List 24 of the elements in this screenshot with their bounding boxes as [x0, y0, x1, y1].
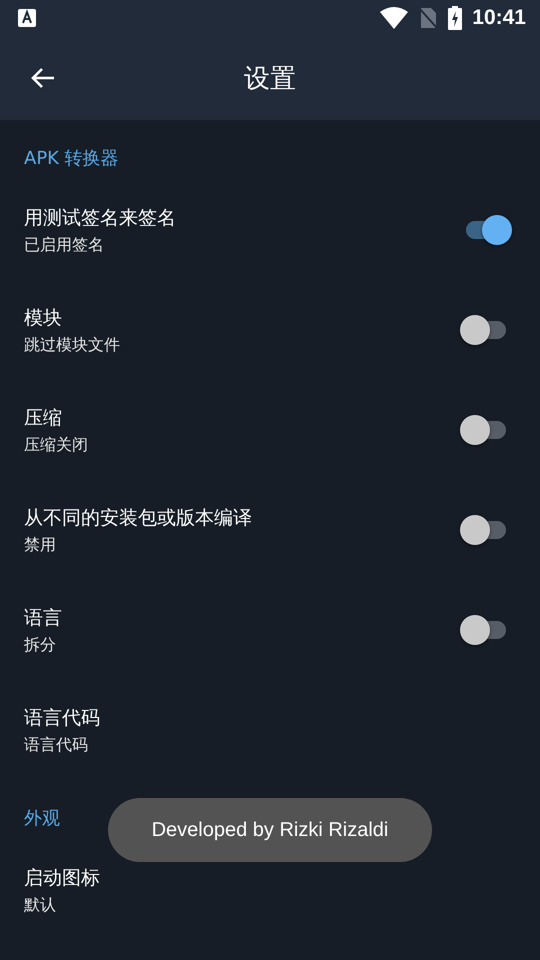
wifi-icon — [380, 7, 408, 29]
back-arrow-icon — [30, 66, 56, 90]
toast-message: Developed by Rizki Rizaldi — [108, 798, 432, 862]
setting-title: 从不同的安装包或版本编译 — [24, 506, 253, 530]
setting-title: 启动图标 — [24, 866, 101, 890]
setting-summary: 语言代码 — [24, 734, 89, 756]
setting-title: 语言 — [24, 606, 63, 630]
app-notification-icon — [18, 9, 36, 27]
battery-charging-icon — [448, 6, 462, 30]
section-header: APK 转换器 — [24, 147, 119, 170]
setting-summary: 已启用签名 — [24, 234, 105, 256]
clock-time: 10:41 — [472, 6, 526, 30]
setting-summary: 拆分 — [24, 634, 57, 656]
setting-title: 模块 — [24, 306, 63, 330]
setting-summary: 压缩关闭 — [24, 434, 89, 456]
setting-title: 用测试签名来签名 — [24, 206, 177, 230]
setting-summary: 跳过模块文件 — [24, 334, 121, 356]
setting-summary: 默认 — [24, 894, 57, 916]
no-sim-icon — [418, 7, 438, 29]
setting-summary: 禁用 — [24, 534, 57, 556]
screen-title: 设置 — [244, 62, 296, 96]
setting-title: 压缩 — [24, 406, 63, 430]
setting-title: 语言代码 — [24, 706, 101, 730]
section-header: 外观 — [24, 807, 60, 830]
